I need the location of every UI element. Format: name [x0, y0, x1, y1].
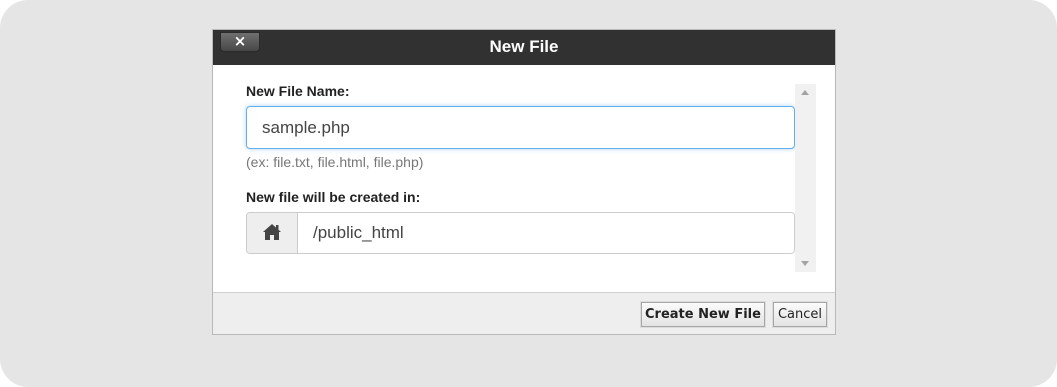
scroll-down-arrow-icon[interactable] [795, 255, 816, 272]
scroll-up-arrow-icon[interactable] [795, 84, 816, 101]
dialog-footer: Create New File Cancel [213, 292, 835, 334]
location-addon [247, 213, 298, 253]
location-label: New file will be created in: [246, 189, 421, 205]
dialog-title: New File [489, 37, 559, 56]
location-input[interactable] [298, 213, 794, 253]
dialog-titlebar: × New File [213, 30, 835, 65]
create-new-file-button[interactable]: Create New File [641, 302, 765, 327]
dialog-body: New File Name: (ex: file.txt, file.html,… [213, 65, 835, 292]
file-name-hint: (ex: file.txt, file.html, file.php) [246, 154, 424, 170]
file-name-label: New File Name: [246, 83, 350, 99]
home-icon [263, 224, 281, 240]
cancel-button[interactable]: Cancel [773, 302, 827, 327]
file-name-input[interactable] [246, 106, 795, 149]
location-input-group [246, 212, 795, 254]
new-file-dialog: × New File New File Name: (ex: file.txt,… [212, 29, 836, 335]
dialog-scrollbar[interactable] [795, 84, 816, 272]
